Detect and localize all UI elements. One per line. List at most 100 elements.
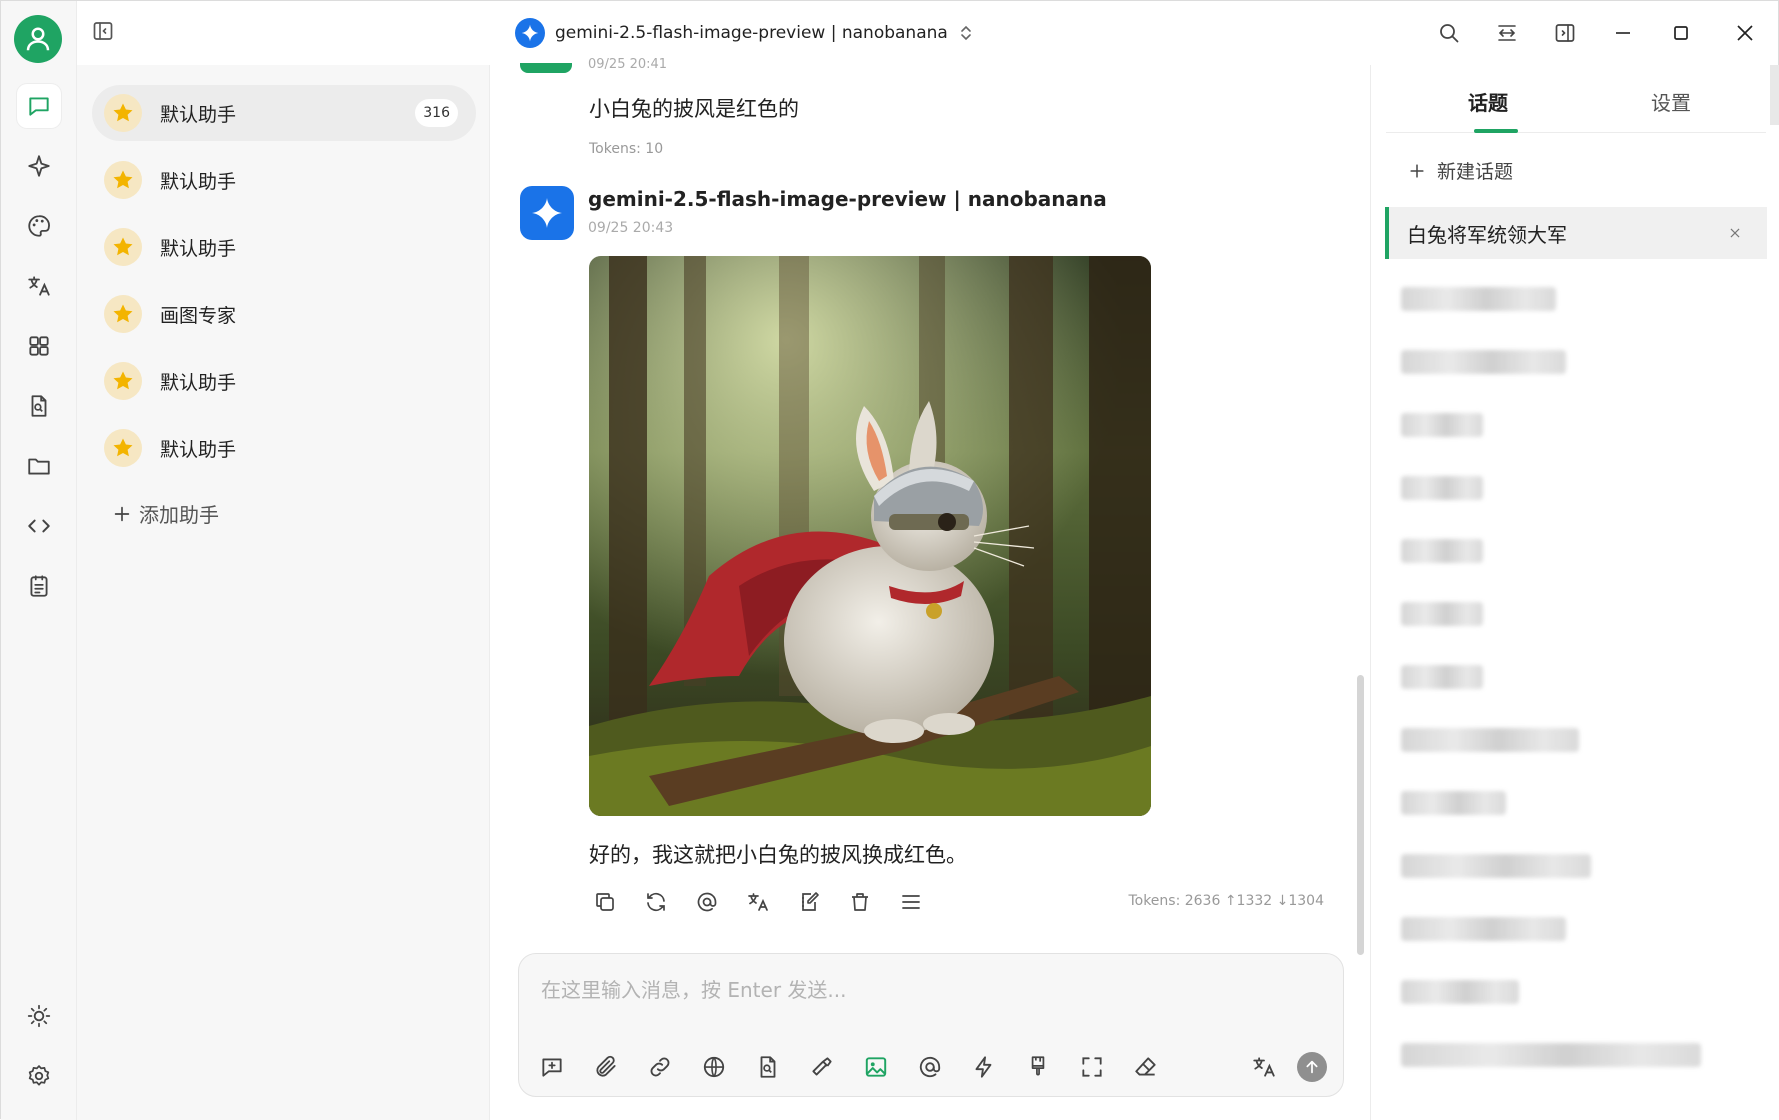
assistant-item[interactable]: 默认助手 bbox=[92, 219, 476, 275]
chat-scrollbar[interactable] bbox=[1357, 675, 1364, 955]
attachment-tool[interactable] bbox=[589, 1050, 623, 1084]
copy-button[interactable] bbox=[588, 885, 622, 919]
search-button[interactable] bbox=[1420, 1, 1478, 65]
star-emoji-icon bbox=[104, 161, 142, 199]
star-emoji-icon bbox=[104, 429, 142, 467]
composer-toolbar bbox=[535, 1050, 1163, 1084]
send-button[interactable] bbox=[1297, 1052, 1327, 1082]
clear-input-tool[interactable] bbox=[1129, 1050, 1163, 1084]
message-input[interactable] bbox=[541, 974, 1301, 1006]
close-button[interactable] bbox=[1710, 1, 1779, 65]
sidebar-toggle-button[interactable] bbox=[87, 15, 119, 47]
more-menu-button[interactable] bbox=[894, 885, 928, 919]
topic-item-blurred[interactable] bbox=[1401, 350, 1566, 374]
new-topic-label: 新建话题 bbox=[1437, 161, 1514, 183]
menu-icon bbox=[902, 895, 920, 909]
assistant-item[interactable]: 默认助手 bbox=[92, 420, 476, 476]
translate-icon bbox=[28, 276, 50, 296]
topic-item-blurred[interactable] bbox=[1401, 854, 1591, 878]
mcp-tools-tool[interactable] bbox=[805, 1050, 839, 1084]
previous-avatar-edge bbox=[520, 63, 572, 73]
assistant-name: 默认助手 bbox=[160, 371, 237, 394]
rail-settings-button[interactable] bbox=[17, 1054, 61, 1098]
expand-tool[interactable] bbox=[1075, 1050, 1109, 1084]
rail-notes-button[interactable] bbox=[17, 564, 61, 608]
rail-chat-button[interactable] bbox=[17, 84, 61, 128]
panel-scrollbar[interactable] bbox=[1770, 65, 1779, 125]
right-panel-toggle-button[interactable] bbox=[1536, 1, 1594, 65]
tab-settings[interactable]: 设置 bbox=[1651, 87, 1691, 116]
assistant-item[interactable]: 默认助手 bbox=[92, 152, 476, 208]
topic-item-blurred[interactable] bbox=[1401, 1043, 1701, 1067]
lightning-icon bbox=[975, 1056, 992, 1078]
topic-item-blurred[interactable] bbox=[1401, 791, 1506, 815]
title-bar: gemini-2.5-flash-image-preview | nanoban… bbox=[77, 1, 1779, 65]
sparkle-icon bbox=[28, 155, 50, 177]
plus-icon bbox=[114, 506, 130, 521]
new-topic-tool[interactable] bbox=[535, 1050, 569, 1084]
new-topic-button[interactable]: 新建话题 bbox=[1407, 157, 1513, 184]
previous-timestamp: 09/25 20:41 bbox=[588, 57, 668, 72]
delete-topic-button[interactable] bbox=[1723, 221, 1747, 245]
mention-model-tool[interactable] bbox=[913, 1050, 947, 1084]
gemini-logo-icon bbox=[515, 18, 545, 48]
rail-code-button[interactable] bbox=[17, 504, 61, 548]
topic-item-blurred[interactable] bbox=[1401, 980, 1519, 1004]
generated-image[interactable] bbox=[589, 256, 1151, 816]
search-icon bbox=[1440, 24, 1459, 43]
trash-icon bbox=[852, 893, 868, 911]
topic-item-blurred[interactable] bbox=[1401, 602, 1483, 626]
regenerate-button[interactable] bbox=[639, 885, 673, 919]
assistant-item[interactable]: 画图专家 bbox=[92, 286, 476, 342]
star-emoji-icon bbox=[104, 94, 142, 132]
topic-item-blurred[interactable] bbox=[1401, 413, 1483, 437]
translate-icon bbox=[748, 893, 768, 911]
add-assistant-button[interactable]: 添加助手 bbox=[111, 499, 219, 528]
topic-item-blurred[interactable] bbox=[1401, 539, 1483, 563]
tab-topics[interactable]: 话题 bbox=[1468, 87, 1508, 116]
assistant-item[interactable]: 默认助手 316 bbox=[92, 85, 476, 141]
topic-count-badge: 316 bbox=[415, 99, 458, 127]
knowledge-base-tool[interactable] bbox=[751, 1050, 785, 1084]
mention-model-button[interactable] bbox=[690, 885, 724, 919]
translate-input-button[interactable] bbox=[1247, 1050, 1281, 1084]
assistant-name: 默认助手 bbox=[160, 170, 237, 193]
rabbit-illustration bbox=[589, 256, 1151, 816]
topic-item-blurred[interactable] bbox=[1401, 476, 1483, 500]
model-selector[interactable]: gemini-2.5-flash-image-preview | nanoban… bbox=[515, 17, 974, 49]
rail-theme-button[interactable] bbox=[17, 994, 61, 1038]
rail-folder-button[interactable] bbox=[17, 444, 61, 488]
topic-item-blurred[interactable] bbox=[1401, 665, 1483, 689]
delete-button[interactable] bbox=[843, 885, 877, 919]
user-avatar[interactable] bbox=[14, 15, 62, 63]
topic-title: 白兔将军统领大军 bbox=[1407, 222, 1567, 247]
close-icon bbox=[1730, 228, 1740, 238]
at-icon bbox=[697, 892, 717, 912]
rail-agents-button[interactable] bbox=[17, 144, 61, 188]
topic-item-active[interactable]: 白兔将军统领大军 bbox=[1385, 207, 1767, 259]
app-window: gemini-2.5-flash-image-preview | nanoban… bbox=[0, 0, 1779, 1120]
rail-paint-button[interactable] bbox=[17, 204, 61, 248]
web-search-tool[interactable] bbox=[697, 1050, 731, 1084]
assistant-token-count: Tokens: 2636 ↑1332 ↓1304 bbox=[1128, 893, 1324, 909]
topic-item-blurred[interactable] bbox=[1401, 917, 1566, 941]
link-tool[interactable] bbox=[643, 1050, 677, 1084]
rail-apps-button[interactable] bbox=[17, 324, 61, 368]
topic-item-blurred[interactable] bbox=[1401, 287, 1556, 311]
narrow-mode-button[interactable] bbox=[1478, 1, 1536, 65]
hammer-icon bbox=[812, 1057, 832, 1076]
assistant-item[interactable]: 默认助手 bbox=[92, 353, 476, 409]
edit-notes-button[interactable] bbox=[792, 885, 826, 919]
topic-item-blurred[interactable] bbox=[1401, 728, 1579, 752]
folder-icon bbox=[28, 458, 50, 475]
minimize-button[interactable] bbox=[1594, 1, 1652, 65]
image-generation-tool[interactable] bbox=[859, 1050, 893, 1084]
rail-files-button[interactable] bbox=[17, 384, 61, 428]
assistant-name: 默认助手 bbox=[160, 103, 237, 126]
assistant-model-name: gemini-2.5-flash-image-preview | nanoban… bbox=[588, 187, 1107, 211]
clear-context-tool[interactable] bbox=[1021, 1050, 1055, 1084]
rail-translate-button[interactable] bbox=[17, 264, 61, 308]
quick-phrases-tool[interactable] bbox=[967, 1050, 1001, 1084]
maximize-button[interactable] bbox=[1652, 1, 1710, 65]
translate-message-button[interactable] bbox=[741, 885, 775, 919]
